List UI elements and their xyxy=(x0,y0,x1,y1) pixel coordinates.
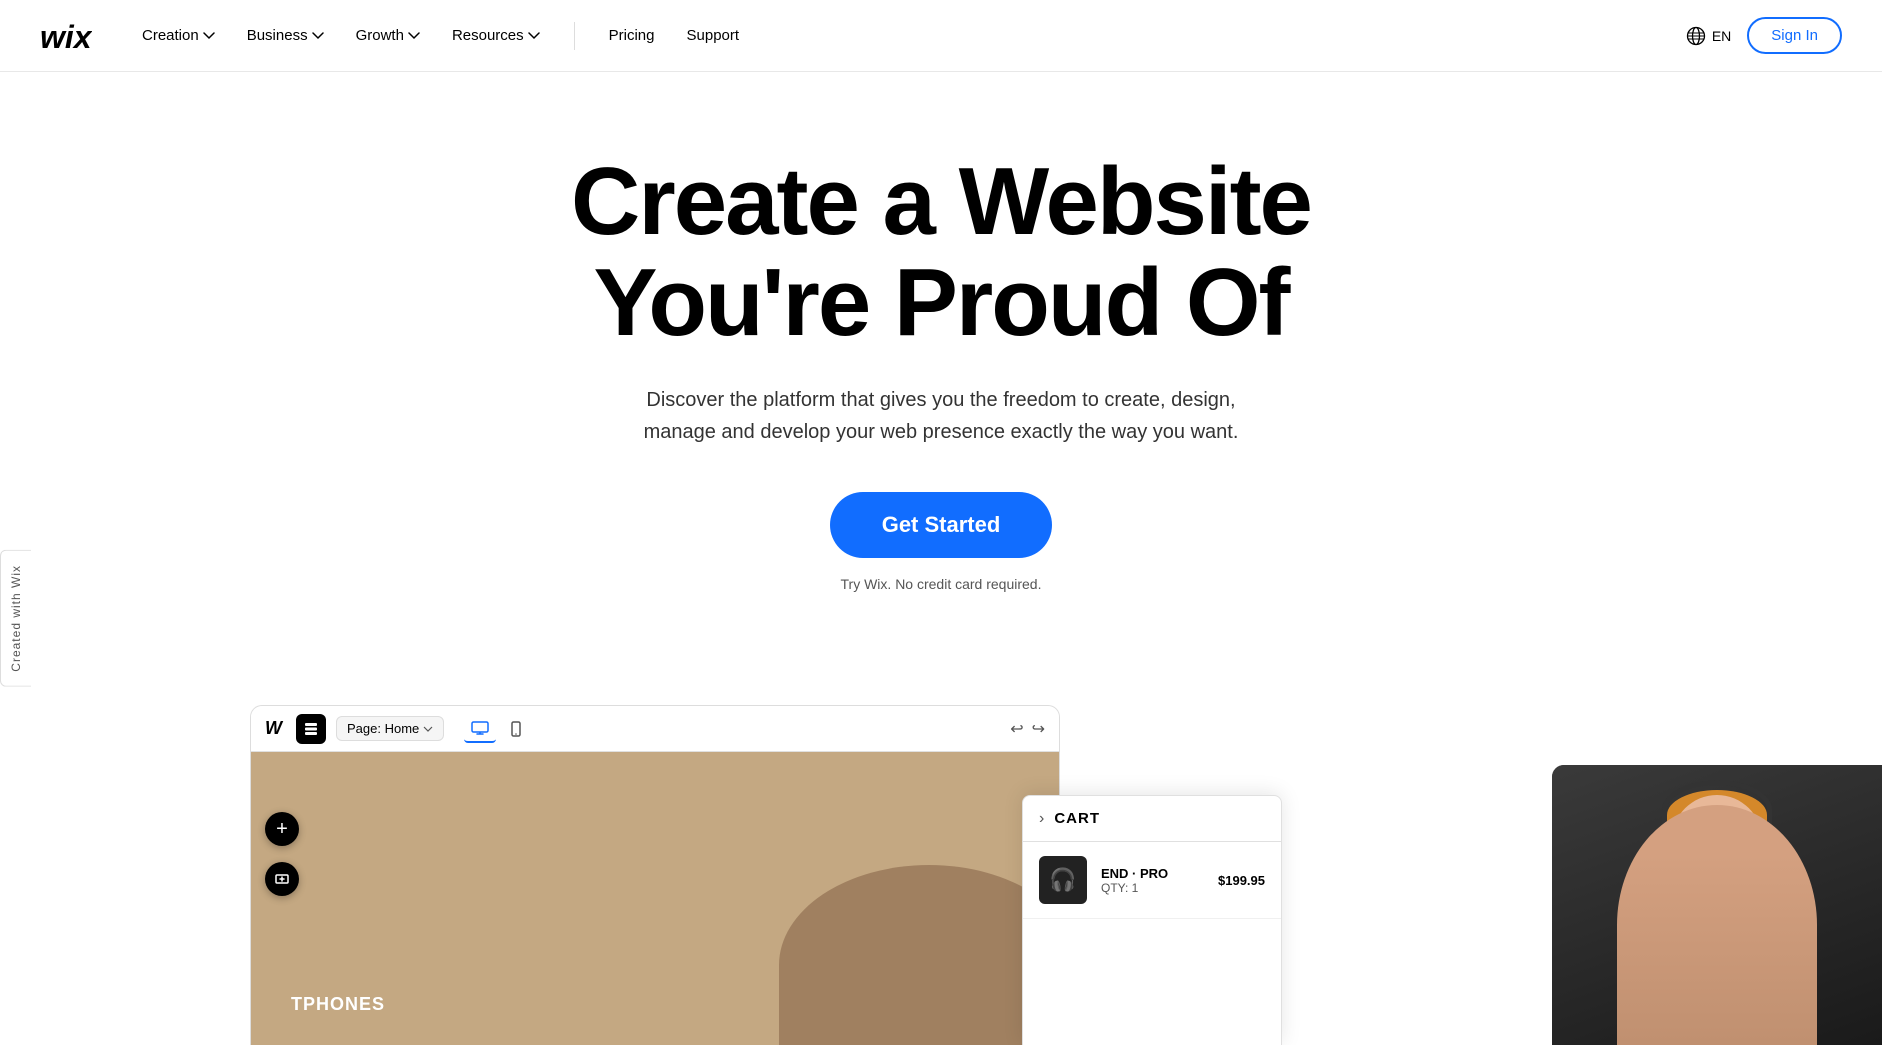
navbar: wix Creation Business Growth Resources xyxy=(0,0,1882,72)
cart-title: CART xyxy=(1054,810,1100,827)
tphones-label: TPHONES xyxy=(291,994,385,1015)
video-person-background xyxy=(1552,765,1882,1045)
page-selector[interactable]: Page: Home xyxy=(336,716,444,741)
video-thumbnail xyxy=(1552,765,1882,1045)
logo[interactable]: wix xyxy=(40,22,92,50)
chevron-down-icon xyxy=(528,27,540,44)
canvas-curve-decoration xyxy=(779,865,1059,1045)
svg-text:wix: wix xyxy=(40,22,92,50)
headphones-icon: 🎧 xyxy=(1049,867,1076,893)
hero-title: Create a Website You're Proud Of xyxy=(571,152,1311,354)
nav-item-resources[interactable]: Resources xyxy=(438,19,554,52)
editor-add-section-btn[interactable] xyxy=(265,862,299,896)
nav-item-creation[interactable]: Creation xyxy=(128,19,229,52)
nav-item-growth[interactable]: Growth xyxy=(342,19,434,52)
hero-section: Create a Website You're Proud Of Discove… xyxy=(0,72,1882,632)
video-person-body xyxy=(1617,805,1817,1045)
nav-support-label: Support xyxy=(687,27,740,44)
nav-item-creation-label: Creation xyxy=(142,27,199,44)
nav-right: EN Sign In xyxy=(1686,17,1842,54)
hero-subtitle: Discover the platform that gives you the… xyxy=(621,384,1261,448)
side-badge-text: Created with Wix xyxy=(9,565,23,672)
nav-item-resources-label: Resources xyxy=(452,27,524,44)
hero-note: Try Wix. No credit card required. xyxy=(841,576,1042,592)
editor-canvas: TPHONES + xyxy=(251,752,1059,1045)
mobile-view-btn[interactable] xyxy=(500,715,532,743)
hero-title-line2: You're Proud Of xyxy=(593,249,1288,356)
cart-chevron-icon[interactable]: › xyxy=(1039,810,1044,828)
cart-item-info: END · PRO QTY: 1 xyxy=(1101,866,1204,895)
cart-item-image: 🎧 xyxy=(1039,856,1087,904)
language-label: EN xyxy=(1712,28,1731,44)
editor-add-element-btn[interactable]: + xyxy=(265,812,299,846)
nav-pricing-label: Pricing xyxy=(609,27,655,44)
language-selector[interactable]: EN xyxy=(1686,26,1731,46)
redo-btn[interactable]: ↪ xyxy=(1032,719,1045,739)
editor-wix-logo: W xyxy=(265,718,282,739)
chevron-down-icon xyxy=(408,27,420,44)
nav-item-growth-label: Growth xyxy=(356,27,404,44)
preview-area: Color Price W Page: Home xyxy=(250,705,1882,1045)
editor-undo-redo: ↩ ↪ xyxy=(1010,719,1045,739)
nav-item-business[interactable]: Business xyxy=(233,19,338,52)
cart-item-name: END · PRO xyxy=(1101,866,1204,881)
get-started-button[interactable]: Get Started xyxy=(830,492,1053,558)
hero-title-line1: Create a Website xyxy=(571,148,1311,255)
cart-item-qty: QTY: 1 xyxy=(1101,881,1204,895)
sign-in-button[interactable]: Sign In xyxy=(1747,17,1842,54)
nav-pricing[interactable]: Pricing xyxy=(595,19,669,52)
undo-btn[interactable]: ↩ xyxy=(1010,719,1023,739)
page-label: Page: Home xyxy=(347,721,419,736)
editor-preview: W Page: Home xyxy=(250,705,1060,1045)
cart-panel: › CART 🎧 END · PRO QTY: 1 $199.95 xyxy=(1022,795,1282,1045)
editor-toolbar: W Page: Home xyxy=(251,706,1059,752)
cart-header: › CART xyxy=(1023,796,1281,842)
chevron-down-icon xyxy=(312,27,324,44)
nav-item-business-label: Business xyxy=(247,27,308,44)
chevron-down-icon xyxy=(203,27,215,44)
view-toggle xyxy=(464,715,532,743)
editor-pages-icon[interactable] xyxy=(296,714,326,744)
nav-items: Creation Business Growth Resources Pr xyxy=(128,19,1686,52)
nav-divider xyxy=(574,22,575,50)
cart-item-price: $199.95 xyxy=(1218,873,1265,888)
cart-item: 🎧 END · PRO QTY: 1 $199.95 xyxy=(1023,842,1281,919)
globe-icon xyxy=(1686,26,1706,46)
nav-support[interactable]: Support xyxy=(673,19,754,52)
desktop-view-btn[interactable] xyxy=(464,715,496,743)
created-with-wix-badge: Created with Wix xyxy=(0,550,31,687)
